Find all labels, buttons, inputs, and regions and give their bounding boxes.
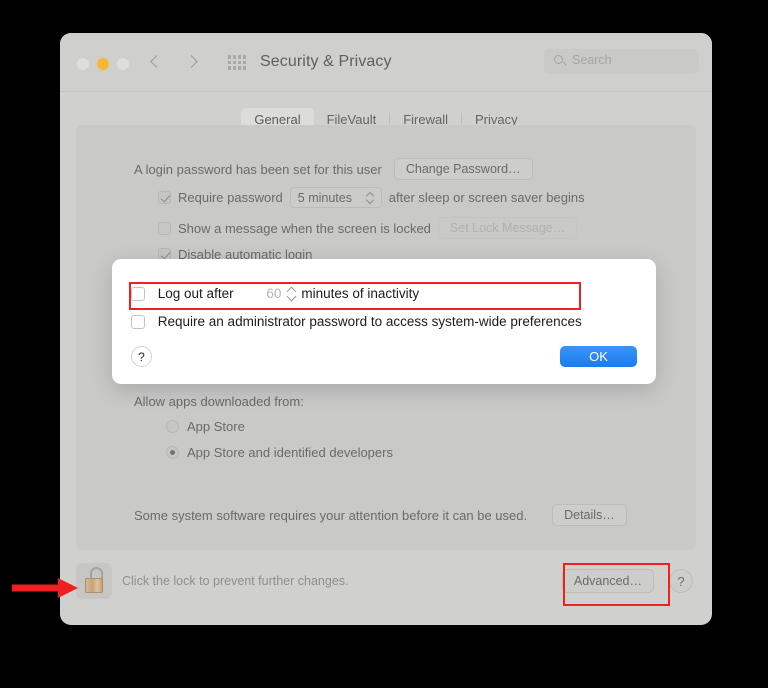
annotation-arrow-icon [12, 578, 78, 598]
login-password-row: A login password has been set for this u… [134, 158, 533, 180]
login-password-text: A login password has been set for this u… [134, 161, 382, 177]
set-lock-message-button[interactable]: Set Lock Message… [437, 217, 578, 239]
forward-icon[interactable] [187, 52, 200, 74]
radio-app-store-label: App Store [187, 419, 245, 434]
search-placeholder: Search [572, 53, 612, 67]
log-out-after-row: Log out after 60 minutes of inactivity [131, 286, 419, 302]
help-button[interactable]: ? [669, 569, 693, 593]
log-out-after-checkbox[interactable] [131, 287, 145, 301]
log-out-minutes-input[interactable]: 60 [237, 286, 281, 301]
require-password-label: Require password [178, 190, 283, 205]
allow-apps-label: Allow apps downloaded from: [134, 394, 304, 409]
admin-password-row: Require an administrator password to acc… [131, 314, 582, 329]
details-button[interactable]: Details… [552, 504, 627, 526]
window-toolbar: Security & Privacy Search [60, 33, 712, 92]
unlocked-padlock-icon[interactable] [76, 563, 112, 599]
search-icon [554, 55, 563, 64]
system-software-row: Some system software requires your atten… [134, 504, 627, 526]
back-icon[interactable] [150, 52, 163, 74]
bottom-bar: Click the lock to prevent further change… [60, 551, 712, 625]
show-lock-message-checkbox[interactable] [158, 221, 171, 235]
radio-app-store[interactable] [166, 420, 179, 433]
require-password-interval-select[interactable]: 5 minutes [289, 187, 382, 208]
log-out-after-label: Log out after [157, 286, 234, 301]
minimize-button[interactable] [97, 58, 109, 70]
admin-password-checkbox[interactable] [131, 315, 145, 329]
maximize-button[interactable] [117, 58, 129, 70]
require-password-checkbox[interactable] [158, 191, 171, 204]
radio-app-store-identified[interactable] [166, 446, 179, 459]
system-software-text: Some system software requires your atten… [134, 507, 528, 523]
change-password-button[interactable]: Change Password… [393, 158, 533, 180]
require-password-suffix: after sleep or screen saver begins [388, 190, 585, 205]
search-field[interactable]: Search [544, 49, 699, 74]
ok-button[interactable]: OK [560, 346, 637, 367]
navigation-buttons [150, 52, 200, 74]
chevron-updown-icon [366, 192, 374, 205]
advanced-options-dialog: Log out after 60 minutes of inactivity Re… [112, 259, 656, 384]
close-button[interactable] [77, 58, 89, 70]
show-lock-message-row: Show a message when the screen is locked… [158, 217, 578, 239]
padlock-body [85, 578, 103, 593]
minutes-stepper[interactable] [286, 286, 297, 302]
admin-password-label: Require an administrator password to acc… [157, 314, 582, 329]
lock-hint-text: Click the lock to prevent further change… [122, 574, 349, 588]
traffic-lights [77, 58, 129, 70]
show-lock-message-label: Show a message when the screen is locked [178, 220, 431, 236]
screenshot-root: Security & Privacy Search General FileVa… [0, 0, 768, 688]
show-all-icon[interactable] [228, 55, 246, 70]
log-out-after-suffix: minutes of inactivity [301, 286, 420, 301]
radio-app-store-identified-row[interactable]: App Store and identified developers [166, 445, 393, 460]
page-title: Security & Privacy [260, 53, 392, 70]
require-password-row: Require password 5 minutes after sleep o… [158, 187, 585, 208]
advanced-button[interactable]: Advanced… [561, 569, 654, 593]
dialog-help-button[interactable]: ? [131, 346, 152, 367]
require-password-interval-value: 5 minutes [297, 190, 352, 205]
radio-app-store-identified-label: App Store and identified developers [187, 445, 393, 460]
radio-app-store-row[interactable]: App Store [166, 419, 245, 434]
